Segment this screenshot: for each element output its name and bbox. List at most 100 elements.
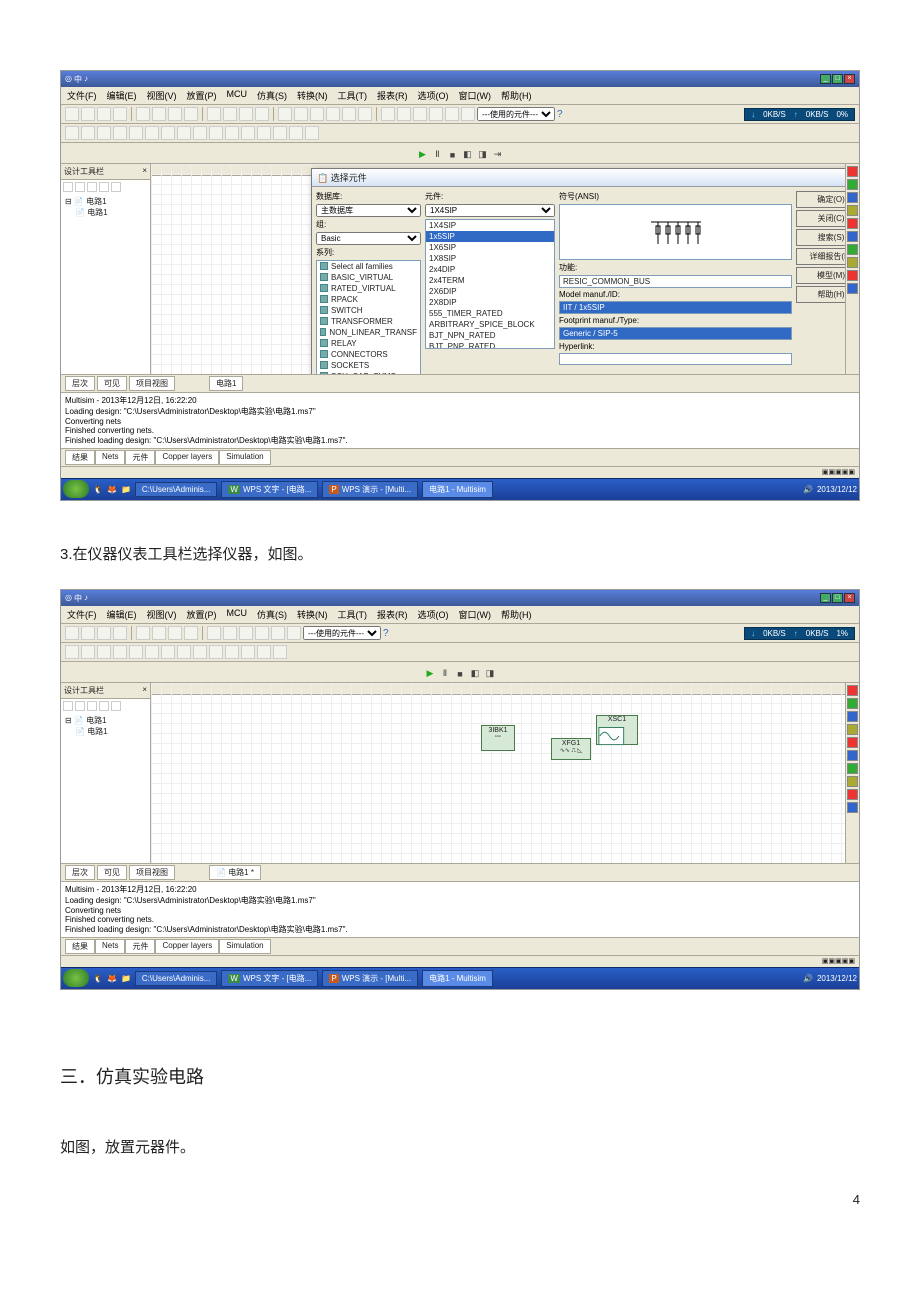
instrument-button[interactable] — [847, 192, 858, 203]
tab-project-view[interactable]: 项目视图 — [129, 376, 175, 391]
taskbar-item[interactable]: 电路1 - Multisim — [422, 970, 493, 987]
tool-button[interactable] — [65, 107, 79, 121]
quicklaunch-icon[interactable]: 🐧 — [93, 974, 103, 983]
tool-button[interactable] — [461, 107, 475, 121]
instrument-button[interactable] — [847, 789, 858, 800]
sidebar-tool-button[interactable] — [75, 182, 85, 192]
family-item[interactable]: RPACK — [317, 294, 420, 305]
instrument-button[interactable] — [847, 231, 858, 242]
search-button[interactable]: 搜索(S) — [796, 229, 845, 246]
tab-project-view[interactable]: 项目视图 — [129, 865, 175, 880]
tool-button[interactable] — [136, 107, 150, 121]
minimize-button[interactable]: _ — [820, 74, 831, 84]
tool-button[interactable] — [113, 126, 127, 140]
tool-button[interactable] — [294, 107, 308, 121]
tool-button[interactable] — [184, 107, 198, 121]
menu-item[interactable]: MCU — [227, 89, 248, 102]
quicklaunch-icon[interactable]: 📁 — [121, 485, 131, 494]
tab-hierarchy[interactable]: 层次 — [65, 865, 95, 880]
tool-button[interactable] — [358, 107, 372, 121]
tab-components[interactable]: 元件 — [125, 450, 155, 465]
instrument-button[interactable] — [847, 711, 858, 722]
tool-button[interactable] — [81, 126, 95, 140]
step-icon[interactable]: ◨ — [484, 668, 496, 680]
menu-item[interactable]: 选项(O) — [418, 608, 449, 621]
tool-button[interactable] — [257, 645, 271, 659]
tree-node-child[interactable]: 📄 电路1 — [65, 207, 146, 218]
instrument-button[interactable] — [847, 166, 858, 177]
taskbar-item[interactable]: PWPS 演示 - [Multi... — [322, 481, 418, 498]
family-listbox[interactable]: Select all familiesBASIC_VIRTUALRATED_VI… — [316, 260, 421, 374]
tab-simulation[interactable]: Simulation — [219, 450, 270, 465]
tool-button[interactable] — [223, 107, 237, 121]
start-button[interactable] — [63, 480, 89, 498]
tool-button[interactable] — [381, 107, 395, 121]
taskbar-item[interactable]: C:\Users\Adminis... — [135, 482, 217, 497]
close-button[interactable]: 关闭(C) — [796, 210, 845, 227]
tool-button[interactable] — [136, 626, 150, 640]
tool-button[interactable] — [287, 626, 301, 640]
tool-button[interactable] — [239, 626, 253, 640]
tool-button[interactable] — [97, 626, 111, 640]
step-icon[interactable]: ⇥ — [492, 149, 504, 161]
menu-item[interactable]: 放置(P) — [187, 608, 217, 621]
tool-button[interactable] — [225, 126, 239, 140]
family-item[interactable]: SCH_CAP_SYMS — [317, 371, 420, 374]
sidebar-tool-button[interactable] — [99, 182, 109, 192]
instrument-button[interactable] — [847, 257, 858, 268]
tool-button[interactable] — [289, 126, 303, 140]
component-item[interactable]: 2X8DIP — [426, 297, 554, 308]
tool-button[interactable] — [152, 626, 166, 640]
tool-button[interactable] — [305, 126, 319, 140]
tool-button[interactable] — [273, 645, 287, 659]
tab-components[interactable]: 元件 — [125, 939, 155, 954]
minimize-button[interactable]: _ — [820, 593, 831, 603]
instrument-button[interactable] — [847, 724, 858, 735]
tool-button[interactable] — [278, 107, 292, 121]
tab-hierarchy[interactable]: 层次 — [65, 376, 95, 391]
component-item[interactable]: 1X4SIP — [426, 220, 554, 231]
quicklaunch-icon[interactable]: 🦊 — [107, 974, 117, 983]
tool-button[interactable] — [152, 107, 166, 121]
family-item[interactable]: Select all families — [317, 261, 420, 272]
instrument-button[interactable] — [847, 750, 858, 761]
family-item[interactable]: RELAY — [317, 338, 420, 349]
tool-button[interactable] — [184, 626, 198, 640]
component-item[interactable]: 2X6DIP — [426, 286, 554, 297]
start-button[interactable] — [63, 969, 89, 987]
taskbar-item[interactable]: 电路1 - Multisim — [422, 481, 493, 498]
menu-item[interactable]: 报表(R) — [377, 608, 408, 621]
instrument-button[interactable] — [847, 244, 858, 255]
tool-button[interactable] — [273, 126, 287, 140]
tree-node-root[interactable]: ⊟ 📄 电路1 — [65, 196, 146, 207]
tool-button[interactable] — [145, 126, 159, 140]
tool-button[interactable] — [429, 107, 443, 121]
tree-node-root[interactable]: ⊟ 📄 电路1 — [65, 715, 146, 726]
quicklaunch-icon[interactable]: 🐧 — [93, 485, 103, 494]
tool-button[interactable] — [193, 126, 207, 140]
tab-simulation[interactable]: Simulation — [219, 939, 270, 954]
instrument-button[interactable] — [847, 179, 858, 190]
tab-circuit[interactable]: 📄 电路1 * — [209, 865, 261, 880]
instrument-button[interactable] — [847, 737, 858, 748]
schematic-canvas[interactable]: 📋 选择元件 数据库: 主数据库 组: Basic 系列: Select all… — [151, 164, 845, 374]
tool-button[interactable] — [113, 107, 127, 121]
step-icon[interactable]: ◧ — [462, 149, 474, 161]
close-button[interactable]: × — [844, 593, 855, 603]
menu-item[interactable]: 文件(F) — [67, 608, 97, 621]
tool-button[interactable] — [81, 645, 95, 659]
instrument-button[interactable] — [847, 802, 858, 813]
instrument-button[interactable] — [847, 205, 858, 216]
family-item[interactable]: SOCKETS — [317, 360, 420, 371]
component-filter[interactable]: 1X4SIP — [425, 204, 555, 217]
database-select[interactable]: 主数据库 — [316, 204, 421, 217]
component-item[interactable]: 1X8SIP — [426, 253, 554, 264]
play-icon[interactable]: ▶ — [417, 149, 429, 161]
menu-item[interactable]: 选项(O) — [418, 89, 449, 102]
menu-item[interactable]: 仿真(S) — [257, 608, 287, 621]
menu-item[interactable]: 帮助(H) — [501, 89, 532, 102]
instrument-button[interactable] — [847, 698, 858, 709]
close-button[interactable]: × — [844, 74, 855, 84]
tool-button[interactable] — [113, 645, 127, 659]
tool-button[interactable] — [65, 626, 79, 640]
